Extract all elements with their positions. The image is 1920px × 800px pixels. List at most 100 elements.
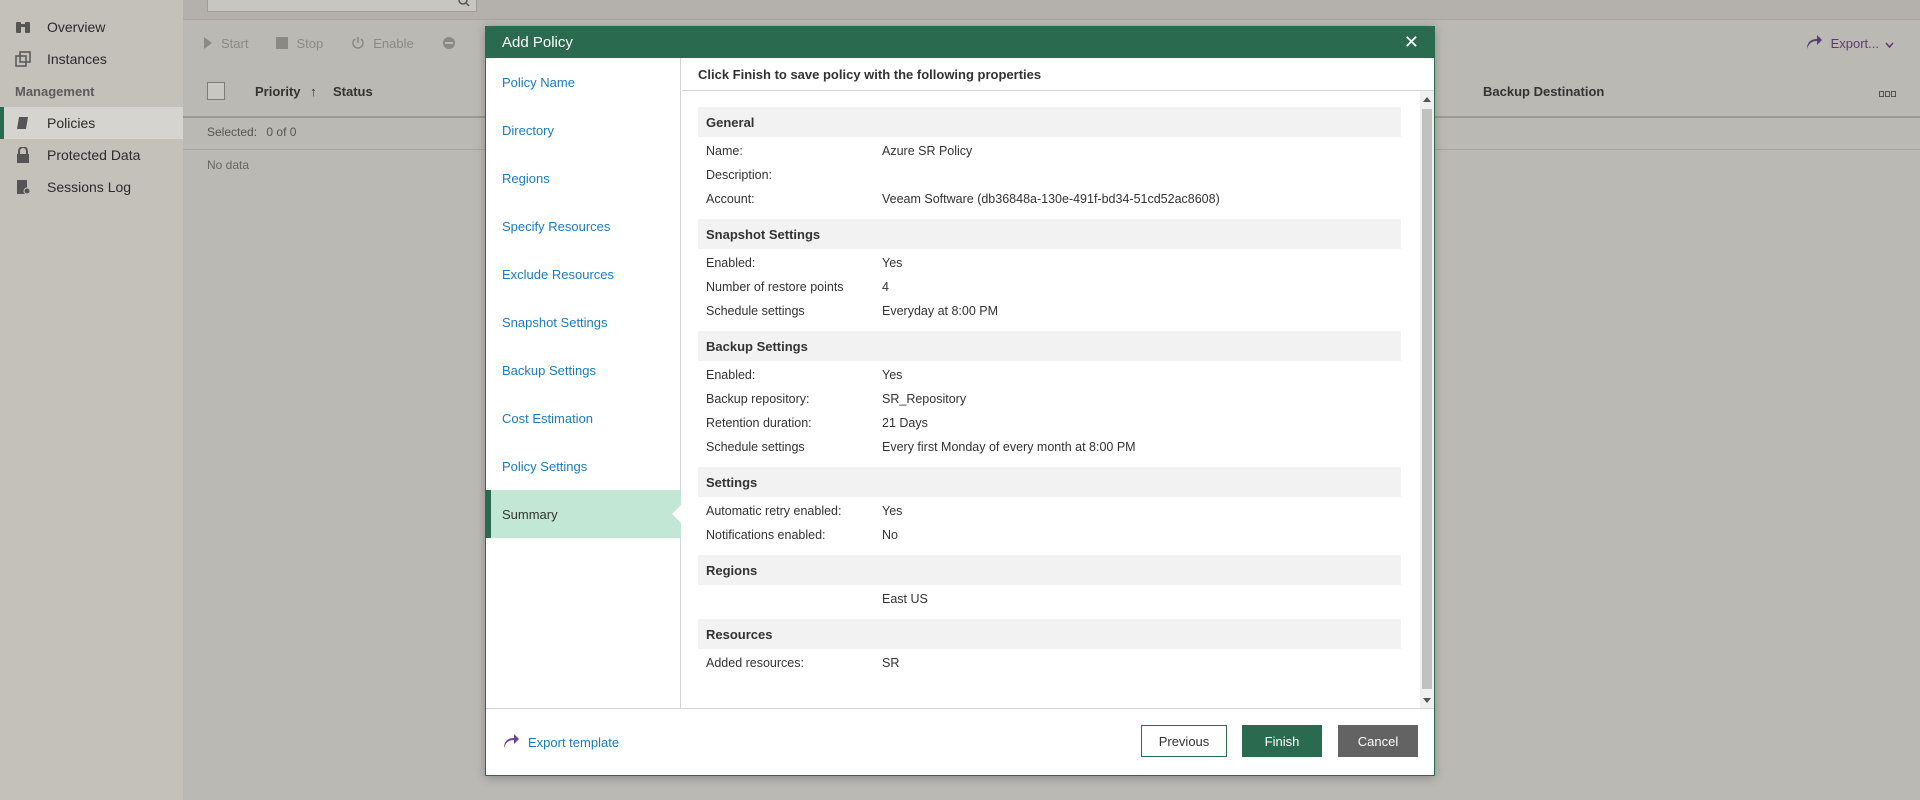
column-status[interactable]: Status	[333, 84, 373, 99]
dialog-header: Add Policy ✕	[486, 27, 1434, 58]
selection-info: Selected: 0 of 0	[207, 125, 296, 139]
row-value: Azure SR Policy	[882, 144, 973, 158]
step-specify-resources[interactable]: Specify Resources	[486, 202, 681, 250]
row-account: Account: Veeam Software (db36848a-130e-49…	[706, 189, 1220, 209]
scrollbar-thumb[interactable]	[1422, 109, 1432, 689]
row-key: Enabled:	[706, 256, 756, 270]
row-retention-duration: Retention duration: 21 Days	[706, 413, 928, 433]
power-icon	[351, 36, 365, 50]
toolbar: Start Stop Enable	[203, 30, 492, 56]
row-key: Notifications enabled:	[706, 528, 826, 542]
row-snapshot-enabled: Enabled: Yes	[706, 253, 902, 273]
finish-button[interactable]: Finish	[1242, 725, 1322, 757]
previous-button[interactable]: Previous	[1141, 725, 1227, 757]
summary-scroll-area: General Name: Azure SR Policy Description…	[682, 91, 1434, 709]
sidebar-item-sessions-log[interactable]: Sessions Log	[0, 171, 183, 203]
sidebar-item-policies[interactable]: Policies	[0, 107, 193, 139]
sidebar-item-protected-data[interactable]: Protected Data	[0, 139, 183, 171]
start-button-label: Start	[221, 35, 249, 51]
row-value: Yes	[882, 256, 903, 270]
column-backup-destination[interactable]: Backup Destination	[1483, 84, 1604, 99]
summary-panel: Click Finish to save policy with the fol…	[682, 58, 1434, 709]
row-description: Description:	[706, 165, 882, 185]
export-arrow-icon	[502, 733, 520, 752]
row-restore-points: Number of restore points 4	[706, 277, 889, 297]
step-policy-settings[interactable]: Policy Settings	[486, 442, 681, 490]
search-icon	[458, 0, 470, 10]
add-policy-dialog: Add Policy ✕ Policy Name Directory Regio…	[485, 26, 1435, 776]
row-key: Description:	[706, 168, 772, 182]
sidebar-item-overview[interactable]: Overview	[0, 11, 183, 43]
row-backup-schedule: Schedule settings Every first Monday of e…	[706, 437, 1136, 457]
dialog-title: Add Policy	[502, 34, 573, 51]
start-button[interactable]: Start	[203, 36, 248, 51]
export-template-link[interactable]: Export template	[502, 733, 619, 752]
policy-icon	[15, 115, 31, 131]
stop-button[interactable]: Stop	[276, 36, 323, 51]
cancel-button[interactable]: Cancel	[1338, 725, 1418, 757]
section-resources: Resources	[698, 619, 1401, 649]
row-value: SR_Repository	[882, 392, 967, 406]
dialog-footer: Export template Previous Finish Cancel	[486, 708, 1434, 775]
row-key: Name:	[706, 144, 743, 158]
column-chooser-icon[interactable]	[1879, 86, 1897, 101]
row-key: Backup repository:	[706, 392, 810, 406]
section-settings: Settings	[698, 467, 1401, 497]
binoculars-icon	[15, 19, 31, 35]
row-value: Everyday at 8:00 PM	[882, 304, 999, 318]
row-value: Veeam Software (db36848a-130e-491f-bd34-…	[882, 192, 1220, 206]
enable-button-label: Enable	[373, 35, 414, 51]
step-summary[interactable]: Summary	[486, 490, 682, 538]
select-all-checkbox[interactable]	[207, 82, 225, 100]
row-backup-repository: Backup repository: SR_Repository	[706, 389, 966, 409]
row-key: Account:	[706, 192, 755, 206]
row-value: 21 Days	[882, 416, 928, 430]
row-key: Retention duration:	[706, 416, 812, 430]
chevron-down-icon	[1885, 36, 1894, 51]
export-label: Export...	[1830, 36, 1879, 51]
close-icon[interactable]: ✕	[1404, 32, 1419, 53]
selected-count: 0 of 0	[266, 125, 297, 139]
stop-button-label: Stop	[296, 35, 324, 51]
row-value: Yes	[882, 368, 903, 382]
section-backup-settings: Backup Settings	[698, 331, 1401, 361]
search-input[interactable]	[207, 0, 477, 12]
log-icon	[15, 179, 31, 195]
step-exclude-resources[interactable]: Exclude Resources	[486, 250, 681, 298]
row-key: Schedule settings	[706, 304, 805, 318]
row-value: East US	[882, 592, 928, 606]
sidebar-item-label: Instances	[47, 51, 107, 67]
column-priority[interactable]: Priority ↑	[255, 84, 317, 99]
sidebar-section-management: Management	[15, 84, 95, 99]
lock-icon	[15, 147, 31, 163]
scroll-up-icon[interactable]	[1423, 97, 1431, 102]
step-snapshot-settings[interactable]: Snapshot Settings	[486, 298, 681, 346]
row-key: Added resources:	[706, 656, 804, 670]
row-key: Schedule settings	[706, 440, 805, 454]
scroll-down-icon[interactable]	[1423, 698, 1431, 703]
stop-icon	[276, 37, 289, 49]
vertical-scrollbar[interactable]	[1420, 91, 1434, 709]
disable-button[interactable]	[442, 36, 464, 50]
sidebar-item-label: Sessions Log	[47, 179, 132, 195]
step-directory[interactable]: Directory	[486, 106, 681, 154]
instances-icon	[15, 51, 31, 67]
row-snapshot-schedule: Schedule settings Everyday at 8:00 PM	[706, 301, 998, 321]
step-regions[interactable]: Regions	[486, 154, 681, 202]
sidebar-item-instances[interactable]: Instances	[0, 43, 183, 75]
row-key: Number of restore points	[706, 280, 844, 294]
step-policy-name[interactable]: Policy Name	[486, 58, 681, 106]
row-added-resources: Added resources: SR	[706, 653, 899, 673]
sidebar-item-label: Policies	[47, 115, 96, 131]
row-value: SR	[882, 656, 900, 670]
section-snapshot-settings: Snapshot Settings	[698, 219, 1401, 249]
row-key: Automatic retry enabled:	[706, 504, 842, 518]
enable-button[interactable]: Enable	[351, 35, 414, 51]
export-button[interactable]: Export...	[1805, 34, 1894, 53]
row-automatic-retry: Automatic retry enabled: Yes	[706, 501, 902, 521]
row-value: 4	[882, 280, 889, 294]
wizard-steps: Policy Name Directory Regions Specify Re…	[486, 58, 682, 709]
step-cost-estimation[interactable]: Cost Estimation	[486, 394, 681, 442]
step-backup-settings[interactable]: Backup Settings	[486, 346, 681, 394]
section-general: General	[698, 107, 1401, 137]
